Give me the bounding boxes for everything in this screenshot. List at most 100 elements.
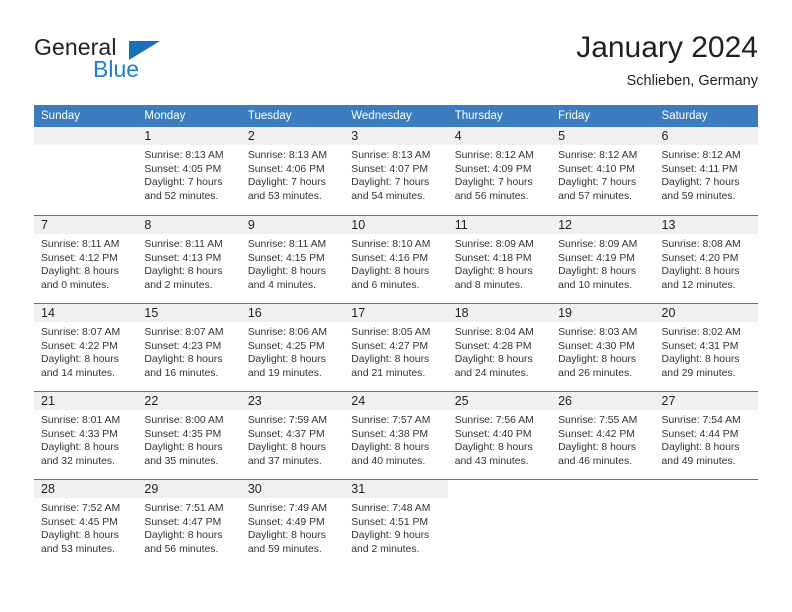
sunset-text: Sunset: 4:12 PM xyxy=(41,252,118,264)
sunrise-text: Sunrise: 8:09 AM xyxy=(454,239,534,250)
sunset-text: Sunset: 4:15 PM xyxy=(247,252,325,264)
calendar-day-cell[interactable]: 28 Sunrise: 7:52 AM Sunset: 4:45 PM Dayligh… xyxy=(34,479,138,567)
day-details: Sunrise: 7:54 AM Sunset: 4:44 PM Daylight:… xyxy=(655,410,758,468)
calendar-day-cell[interactable]: 9 Sunrise: 8:11 AM Sunset: 4:15 PM Daylight… xyxy=(240,215,345,303)
sunset-text: Sunset: 4:11 PM xyxy=(661,163,738,175)
weekday-header-friday: Friday xyxy=(551,105,655,127)
day-number: 5 xyxy=(551,127,655,145)
sunrise-text: Sunrise: 8:13 AM xyxy=(351,150,431,161)
calendar-day-cell[interactable]: 15 Sunrise: 8:07 AM Sunset: 4:23 PM Dayligh… xyxy=(137,303,241,391)
sunrise-text: Sunrise: 8:05 AM xyxy=(351,327,431,338)
calendar-day-cell[interactable]: 25 Sunrise: 7:56 AM Sunset: 4:40 PM Dayligh… xyxy=(447,391,552,479)
day-number: 2 xyxy=(240,127,345,145)
day-details: Sunrise: 8:09 AM Sunset: 4:19 PM Daylight:… xyxy=(551,234,654,292)
calendar-day-cell[interactable]: 27 Sunrise: 7:54 AM Sunset: 4:44 PM Dayligh… xyxy=(654,391,758,479)
sunrise-text: Sunrise: 8:09 AM xyxy=(558,239,638,250)
day-number: 3 xyxy=(344,127,448,145)
daylight-text-line1: Daylight: 7 hours xyxy=(661,177,740,189)
daylight-text-line1: Daylight: 8 hours xyxy=(144,442,223,454)
calendar-day-cell[interactable]: 5 Sunrise: 8:12 AM Sunset: 4:10 PM Daylight… xyxy=(551,127,655,215)
daylight-text-line1: Daylight: 8 hours xyxy=(247,354,326,366)
daylight-text-line2: and 54 minutes. xyxy=(351,190,426,202)
sunset-text: Sunset: 4:49 PM xyxy=(247,516,325,528)
calendar-day-cell[interactable]: 19 Sunrise: 8:03 AM Sunset: 4:30 PM Dayligh… xyxy=(551,303,655,391)
sunset-text: Sunset: 4:06 PM xyxy=(247,163,325,175)
sunrise-text: Sunrise: 8:08 AM xyxy=(661,239,741,250)
calendar-day-cell[interactable]: 2 Sunrise: 8:13 AM Sunset: 4:06 PM Daylight… xyxy=(240,127,345,215)
calendar-day-cell[interactable]: 24 Sunrise: 7:57 AM Sunset: 4:38 PM Dayligh… xyxy=(344,391,448,479)
daylight-text-line2: and 6 minutes. xyxy=(351,279,420,291)
daylight-text-line1: Daylight: 7 hours xyxy=(558,177,637,189)
daylight-text-line2: and 49 minutes. xyxy=(661,455,736,467)
day-details: Sunrise: 8:08 AM Sunset: 4:20 PM Daylight:… xyxy=(655,234,758,292)
calendar-day-cell[interactable]: 1 Sunrise: 8:13 AM Sunset: 4:05 PM Daylight… xyxy=(137,127,241,215)
daylight-text-line1: Daylight: 7 hours xyxy=(144,177,223,189)
calendar-day-cell[interactable]: 23 Sunrise: 7:59 AM Sunset: 4:37 PM Dayligh… xyxy=(240,391,345,479)
day-details: Sunrise: 8:12 AM Sunset: 4:10 PM Daylight:… xyxy=(551,145,654,203)
calendar-day-cell xyxy=(34,127,138,215)
daylight-text-line1: Daylight: 8 hours xyxy=(454,266,533,278)
sunrise-text: Sunrise: 7:56 AM xyxy=(454,415,534,426)
calendar-day-cell[interactable]: 18 Sunrise: 8:04 AM Sunset: 4:28 PM Dayligh… xyxy=(447,303,552,391)
daylight-text-line1: Daylight: 8 hours xyxy=(558,266,637,278)
daylight-text-line2: and 26 minutes. xyxy=(558,367,633,379)
calendar-day-cell[interactable]: 21 Sunrise: 8:01 AM Sunset: 4:33 PM Dayligh… xyxy=(34,391,138,479)
day-number: 24 xyxy=(344,392,448,410)
day-number: 14 xyxy=(34,304,138,322)
calendar-week-row: 28 Sunrise: 7:52 AM Sunset: 4:45 PM Dayligh… xyxy=(34,479,758,567)
logo-word-blue: Blue xyxy=(93,56,140,82)
daylight-text-line2: and 40 minutes. xyxy=(351,455,426,467)
day-number: 30 xyxy=(240,480,345,498)
daylight-text-line1: Daylight: 9 hours xyxy=(351,530,430,542)
calendar-day-cell[interactable]: 17 Sunrise: 8:05 AM Sunset: 4:27 PM Dayligh… xyxy=(344,303,448,391)
calendar-table: Sunday Monday Tuesday Wednesday Thursday… xyxy=(34,105,758,567)
calendar-day-cell[interactable]: 14 Sunrise: 8:07 AM Sunset: 4:22 PM Dayligh… xyxy=(34,303,138,391)
daylight-text-line1: Daylight: 8 hours xyxy=(351,442,430,454)
calendar-day-cell[interactable]: 10 Sunrise: 8:10 AM Sunset: 4:16 PM Dayligh… xyxy=(344,215,448,303)
day-details: Sunrise: 7:56 AM Sunset: 4:40 PM Daylight:… xyxy=(448,410,551,468)
calendar-day-cell[interactable]: 8 Sunrise: 8:11 AM Sunset: 4:13 PM Daylight… xyxy=(137,215,241,303)
weekday-header-row: Sunday Monday Tuesday Wednesday Thursday… xyxy=(34,105,758,127)
daylight-text-line2: and 53 minutes. xyxy=(247,190,322,202)
sunset-text: Sunset: 4:47 PM xyxy=(144,516,222,528)
calendar-day-cell[interactable]: 20 Sunrise: 8:02 AM Sunset: 4:31 PM Dayligh… xyxy=(654,303,758,391)
sunrise-text: Sunrise: 8:04 AM xyxy=(454,327,534,338)
daylight-text-line2: and 24 minutes. xyxy=(454,367,529,379)
day-number: 22 xyxy=(137,392,241,410)
calendar-week-row: 21 Sunrise: 8:01 AM Sunset: 4:33 PM Dayligh… xyxy=(34,391,758,479)
calendar-day-cell[interactable]: 30 Sunrise: 7:49 AM Sunset: 4:49 PM Dayligh… xyxy=(240,479,345,567)
daylight-text-line1: Daylight: 8 hours xyxy=(41,530,119,542)
sunset-text: Sunset: 4:23 PM xyxy=(144,340,222,352)
daylight-text-line1: Daylight: 8 hours xyxy=(661,354,740,366)
daylight-text-line1: Daylight: 8 hours xyxy=(558,354,637,366)
daylight-text-line1: Daylight: 8 hours xyxy=(247,442,326,454)
calendar-day-cell[interactable]: 12 Sunrise: 8:09 AM Sunset: 4:19 PM Dayligh… xyxy=(551,215,655,303)
sunrise-text: Sunrise: 8:13 AM xyxy=(247,150,327,161)
daylight-text-line1: Daylight: 8 hours xyxy=(454,354,533,366)
day-details: Sunrise: 8:11 AM Sunset: 4:13 PM Daylight:… xyxy=(137,234,240,292)
calendar-day-cell[interactable]: 29 Sunrise: 7:51 AM Sunset: 4:47 PM Dayligh… xyxy=(137,479,241,567)
daylight-text-line2: and 12 minutes. xyxy=(661,279,736,291)
sunrise-text: Sunrise: 7:48 AM xyxy=(351,503,431,514)
sunrise-text: Sunrise: 8:11 AM xyxy=(41,239,120,250)
calendar-day-cell[interactable]: 11 Sunrise: 8:09 AM Sunset: 4:18 PM Dayligh… xyxy=(447,215,552,303)
calendar-day-cell[interactable]: 31 Sunrise: 7:48 AM Sunset: 4:51 PM Dayligh… xyxy=(344,479,448,567)
daylight-text-line2: and 59 minutes. xyxy=(247,543,322,555)
calendar-day-cell[interactable]: 7 Sunrise: 8:11 AM Sunset: 4:12 PM Daylight… xyxy=(34,215,138,303)
calendar-day-cell[interactable]: 3 Sunrise: 8:13 AM Sunset: 4:07 PM Daylight… xyxy=(344,127,448,215)
sunset-text: Sunset: 4:05 PM xyxy=(144,163,222,175)
calendar-day-cell[interactable]: 4 Sunrise: 8:12 AM Sunset: 4:09 PM Daylight… xyxy=(447,127,552,215)
calendar-day-cell[interactable]: 22 Sunrise: 8:00 AM Sunset: 4:35 PM Dayligh… xyxy=(137,391,241,479)
calendar-day-cell[interactable]: 6 Sunrise: 8:12 AM Sunset: 4:11 PM Daylight… xyxy=(654,127,758,215)
sunset-text: Sunset: 4:25 PM xyxy=(247,340,325,352)
day-number: 11 xyxy=(447,216,552,234)
sunset-text: Sunset: 4:42 PM xyxy=(558,428,635,440)
calendar-day-cell[interactable]: 26 Sunrise: 7:55 AM Sunset: 4:42 PM Dayligh… xyxy=(551,391,655,479)
sunrise-text: Sunrise: 8:07 AM xyxy=(144,327,224,338)
daylight-text-line2: and 2 minutes. xyxy=(144,279,213,291)
sunrise-text: Sunrise: 8:01 AM xyxy=(41,415,121,426)
day-number: 13 xyxy=(654,216,758,234)
calendar-day-cell[interactable]: 16 Sunrise: 8:06 AM Sunset: 4:25 PM Dayligh… xyxy=(240,303,345,391)
day-details: Sunrise: 7:57 AM Sunset: 4:38 PM Daylight:… xyxy=(344,410,447,468)
calendar-day-cell[interactable]: 13 Sunrise: 8:08 AM Sunset: 4:20 PM Dayligh… xyxy=(654,215,758,303)
